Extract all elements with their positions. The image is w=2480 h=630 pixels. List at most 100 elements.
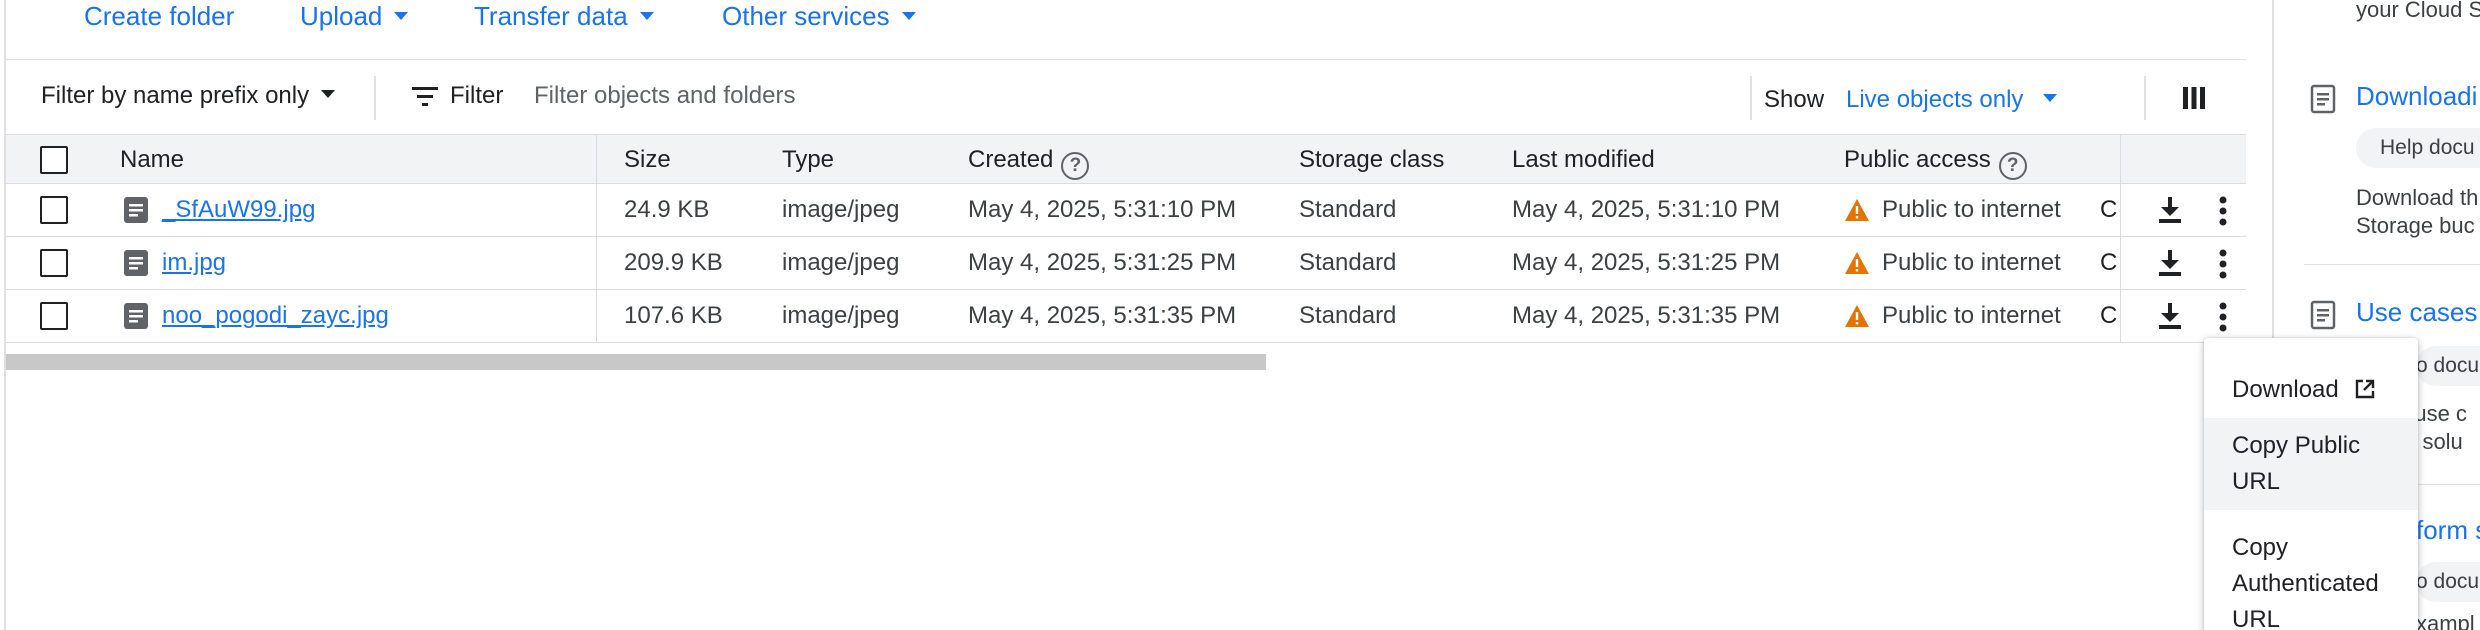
filter-icon[interactable] (412, 86, 438, 108)
column-divider (2120, 237, 2121, 290)
more-options-icon[interactable] (2218, 196, 2228, 226)
column-divider (596, 135, 597, 185)
object-created: May 4, 2025, 5:31:10 PM (968, 196, 1237, 223)
table-row[interactable]: im.jpg 209.9 KB image/jpeg May 4, 2025, … (6, 237, 2246, 290)
object-public-access: Public to internet (1882, 302, 2061, 329)
chevron-down-icon (394, 12, 409, 20)
file-icon (124, 303, 148, 329)
created-label: Created (968, 146, 1054, 173)
use-cases-link[interactable]: Use cases (2356, 296, 2477, 328)
object-name[interactable]: im.jpg (162, 249, 226, 276)
column-header-name[interactable]: Name (120, 145, 184, 175)
object-name[interactable]: noo_pogodi_zayc.jpg (162, 302, 389, 329)
chevron-down-icon (901, 12, 916, 20)
column-header-created[interactable]: Created? (968, 145, 1090, 180)
object-created: May 4, 2025, 5:31:25 PM (968, 249, 1237, 276)
other-services-menu-button[interactable]: Other services (722, 0, 916, 32)
menu-item-copy-public-url[interactable]: Copy Public URL (2204, 418, 2418, 510)
menu-item-label: Download (2232, 376, 2339, 403)
panel-top-text: your Cloud S (2356, 0, 2480, 22)
column-header-size[interactable]: Size (624, 145, 671, 175)
object-name-link[interactable]: noo_pogodi_zayc.jpg (162, 300, 389, 332)
divider (2304, 264, 2480, 265)
column-display-icon[interactable] (2182, 86, 2206, 110)
object-storage-class: Standard (1299, 302, 1397, 329)
warning-icon (1845, 252, 1869, 274)
truncated-cell: C (2100, 196, 2118, 223)
create-folder-button[interactable]: Create folder (84, 0, 234, 32)
help-docs-chip[interactable]: o docu (2416, 562, 2480, 602)
file-icon (124, 197, 148, 223)
column-divider (596, 184, 597, 237)
object-type: image/jpeg (782, 249, 900, 276)
select-all-checkbox[interactable] (40, 146, 68, 174)
object-public-access: Public to internet (1882, 196, 2061, 223)
menu-item-label: URL (2232, 468, 2281, 495)
filter-mode-select[interactable]: Filter by name prefix only (41, 80, 336, 112)
help-docs-chip[interactable]: o docu (2416, 346, 2480, 386)
column-header-last-modified[interactable]: Last modified (1512, 145, 1655, 175)
more-options-icon[interactable] (2218, 249, 2228, 279)
show-label: Show (1764, 86, 1825, 113)
table-row[interactable]: _SfAuW99.jpg 24.9 KB image/jpeg May 4, 2… (6, 184, 2246, 237)
truncated-cell: C (2100, 249, 2118, 276)
show-objects-select[interactable]: Live objects only (1846, 84, 2058, 116)
filter-label: Filter (450, 82, 504, 109)
object-size: 107.6 KB (624, 302, 723, 329)
platform-link[interactable]: form s (2416, 514, 2480, 546)
menu-item-label: Copy Public (2232, 432, 2361, 459)
column-divider (2120, 184, 2121, 237)
upload-label: Upload (300, 1, 383, 31)
object-actions-toolbar: Create folder Upload Transfer data Other… (0, 0, 2246, 60)
section-description: Storage buc (2356, 213, 2475, 238)
object-storage-class: Standard (1299, 196, 1397, 223)
horizontal-scrollbar[interactable] (6, 354, 1266, 370)
row-checkbox[interactable] (40, 302, 68, 330)
filter-bar: Filter by name prefix only Filter Filter… (6, 62, 2246, 134)
column-divider (2120, 135, 2121, 185)
object-storage-class: Standard (1299, 249, 1397, 276)
object-last-modified: May 4, 2025, 5:31:25 PM (1512, 249, 1781, 276)
filter-input[interactable]: Filter objects and folders (534, 80, 795, 112)
downloading-link[interactable]: Downloadi (2356, 80, 2477, 112)
divider (374, 76, 376, 120)
table-row[interactable]: noo_pogodi_zayc.jpg 107.6 KB image/jpeg … (6, 290, 2246, 343)
menu-item-download[interactable]: Download (2204, 364, 2418, 418)
object-name[interactable]: _SfAuW99.jpg (162, 196, 315, 223)
transfer-data-menu-button[interactable]: Transfer data (474, 0, 654, 32)
help-docs-chip[interactable]: Help docu (2356, 128, 2480, 168)
download-icon[interactable] (2158, 249, 2182, 277)
object-name-link[interactable]: im.jpg (162, 247, 226, 279)
object-public-access: Public to internet (1882, 249, 2061, 276)
column-header-storage-class[interactable]: Storage class (1299, 145, 1444, 175)
divider (2144, 76, 2146, 120)
chevron-down-icon (2043, 94, 2058, 102)
divider (1750, 76, 1752, 120)
menu-item-label: URL (2232, 606, 2281, 630)
warning-icon (1845, 305, 1869, 327)
help-icon[interactable]: ? (1061, 152, 1090, 180)
object-type: image/jpeg (782, 302, 900, 329)
more-options-icon[interactable] (2218, 302, 2228, 332)
chevron-down-icon (321, 90, 336, 98)
row-checkbox[interactable] (40, 196, 68, 224)
column-header-public-access[interactable]: Public access? (1844, 145, 2027, 180)
object-created: May 4, 2025, 5:31:35 PM (968, 302, 1237, 329)
document-icon (2310, 300, 2336, 330)
section-description: Download th (2356, 185, 2479, 210)
table-header: Name Size Type Created? Storage class La… (6, 134, 2246, 185)
column-header-type[interactable]: Type (782, 145, 834, 175)
other-services-label: Other services (722, 1, 890, 31)
help-icon[interactable]: ? (1998, 152, 2027, 180)
truncated-cell: C (2100, 302, 2118, 329)
download-icon[interactable] (2158, 302, 2182, 330)
download-icon[interactable] (2158, 196, 2182, 224)
filter-mode-value: Filter by name prefix only (41, 82, 310, 109)
row-checkbox[interactable] (40, 249, 68, 277)
column-divider (596, 237, 597, 290)
column-divider (596, 290, 597, 343)
object-last-modified: May 4, 2025, 5:31:10 PM (1512, 196, 1781, 223)
object-name-link[interactable]: _SfAuW99.jpg (162, 194, 315, 226)
menu-item-copy-authenticated-url[interactable]: Copy Authenticated URL (2204, 510, 2418, 630)
upload-menu-button[interactable]: Upload (300, 0, 409, 32)
